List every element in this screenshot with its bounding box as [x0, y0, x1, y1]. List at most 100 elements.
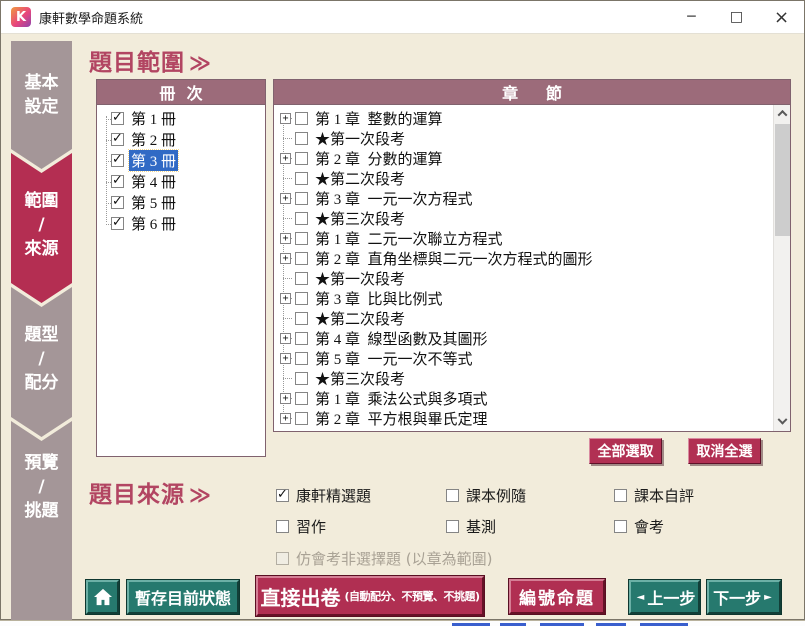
checkbox[interactable]	[111, 175, 124, 188]
checkbox[interactable]	[276, 520, 289, 533]
chapter-row[interactable]: +第 3 章 比與比例式	[274, 288, 772, 308]
expand-icon[interactable]: +	[280, 113, 291, 124]
checkbox[interactable]	[446, 520, 459, 533]
checkbox[interactable]	[446, 489, 459, 502]
minimize-button[interactable]: ─	[669, 1, 714, 33]
close-button[interactable]: ×	[759, 1, 804, 33]
volume-row[interactable]: 第 2 冊	[97, 129, 265, 150]
chapter-label: ★第一次段考	[313, 268, 407, 289]
chapter-row[interactable]: +第 2 章 分數的運算	[274, 148, 772, 168]
chapter-row[interactable]: +第 1 章 整數的運算	[274, 108, 772, 128]
scrollbar-thumb[interactable]	[775, 124, 790, 236]
expand-icon[interactable]: +	[280, 413, 291, 424]
chapter-row[interactable]: ★第三次段考	[274, 368, 772, 388]
home-icon	[93, 588, 113, 606]
chapter-row[interactable]: +第 1 章 二元一次聯立方程式	[274, 228, 772, 248]
expand-icon[interactable]: +	[280, 193, 291, 204]
direct-export-button[interactable]: 直接出卷(自動配分、不預覽、不挑題)	[256, 576, 484, 616]
checkbox[interactable]	[111, 154, 124, 167]
source-option-workbook[interactable]: 習作	[276, 517, 326, 535]
source-option-comprehensive-exam[interactable]: 會考	[614, 517, 664, 535]
checkbox[interactable]	[276, 489, 289, 502]
checkbox[interactable]	[295, 412, 308, 425]
chapter-row[interactable]: +第 2 章 平方根與畢氏定理	[274, 408, 772, 428]
chapter-row[interactable]: ★第一次段考	[274, 268, 772, 288]
expand-icon[interactable]: +	[280, 393, 291, 404]
checkbox[interactable]	[295, 112, 308, 125]
volume-label: 第 4 冊	[129, 171, 178, 192]
volume-row[interactable]: 第 5 冊	[97, 192, 265, 213]
range-section-heading: 題目範圍≫	[89, 43, 212, 77]
source-option-kanghsuan[interactable]: 康軒精選題	[276, 486, 371, 504]
volume-label: 第 6 冊	[129, 213, 178, 234]
source-option-label: 仿會考非選擇題 (以章為範圍)	[296, 548, 492, 569]
chapter-row[interactable]: +第 4 章 線型函數及其圖形	[274, 328, 772, 348]
checkbox[interactable]	[295, 212, 308, 225]
checkbox[interactable]	[295, 392, 308, 405]
sidebar-item-range-source[interactable]: 範圍 / 來源	[11, 153, 72, 303]
checkbox[interactable]	[295, 312, 308, 325]
home-button[interactable]	[86, 580, 119, 614]
expand-icon[interactable]: +	[280, 233, 291, 244]
chapter-row[interactable]: ★第二次段考	[274, 308, 772, 328]
select-all-button[interactable]: 全部選取	[589, 438, 662, 464]
source-option-textbook-examples[interactable]: 課本例隨	[446, 486, 526, 504]
checkbox[interactable]	[295, 232, 308, 245]
sidebar-item-type-score[interactable]: 題型 / 配分	[11, 287, 72, 437]
source-option-basic-test[interactable]: 基測	[446, 517, 496, 535]
checkbox[interactable]	[111, 196, 124, 209]
volume-label: 第 5 冊	[129, 192, 178, 213]
checkbox[interactable]	[295, 132, 308, 145]
direct-export-label: 直接出卷	[260, 582, 340, 611]
volume-row[interactable]: 第 4 冊	[97, 171, 265, 192]
chapter-row[interactable]: + 第 5 章 一元一次不等式	[274, 348, 772, 368]
checkbox[interactable]	[295, 152, 308, 165]
sidebar-item-basic-settings[interactable]: 基本 設定	[11, 41, 72, 169]
checkbox[interactable]	[295, 332, 308, 345]
chapter-row[interactable]: +第 1 章 乘法公式與多項式	[274, 388, 772, 408]
deselect-all-button[interactable]: 取消全選	[688, 438, 761, 464]
chapter-row[interactable]: ★第三次段考	[274, 208, 772, 228]
chapter-row[interactable]: +第 3 章 一元一次方程式	[274, 188, 772, 208]
checkbox[interactable]	[111, 217, 124, 230]
source-option-textbook-selfcheck[interactable]: 課本自評	[614, 486, 694, 504]
save-current-state-button[interactable]: 暫存目前狀態	[127, 580, 239, 614]
checkbox[interactable]	[614, 520, 627, 533]
checkbox[interactable]	[295, 192, 308, 205]
chapter-label: ★第一次段考	[313, 128, 407, 149]
source-option-label: 基測	[466, 516, 496, 537]
sidebar-item-preview-pick[interactable]: 預覽 / 挑題	[11, 421, 72, 621]
scroll-up-icon[interactable]	[774, 105, 790, 122]
volume-row[interactable]: 第 6 冊	[97, 213, 265, 234]
checkbox[interactable]	[111, 133, 124, 146]
checkbox[interactable]	[295, 252, 308, 265]
expand-icon[interactable]: +	[280, 333, 291, 344]
previous-step-button[interactable]: ◄上一步	[629, 580, 700, 614]
checkbox[interactable]	[614, 489, 627, 502]
expand-icon[interactable]: +	[280, 253, 291, 264]
chapter-row[interactable]: ★第一次段考	[274, 128, 772, 148]
checkbox[interactable]	[295, 292, 308, 305]
source-option-label: 課本例隨	[466, 485, 526, 506]
expand-icon[interactable]: +	[280, 293, 291, 304]
expand-icon[interactable]: +	[280, 353, 291, 364]
checkbox[interactable]	[295, 172, 308, 185]
double-chevron-icon: ≫	[189, 51, 212, 75]
volume-row[interactable]: 第 1 冊	[97, 108, 265, 129]
source-option-label: 習作	[296, 516, 326, 537]
numbered-export-button[interactable]: 編號命題	[509, 579, 605, 614]
scrollbar[interactable]	[773, 105, 790, 431]
volume-label: 第 2 冊	[129, 129, 178, 150]
maximize-button[interactable]: □	[714, 1, 759, 33]
chapter-row[interactable]: ★第二次段考	[274, 168, 772, 188]
next-step-button[interactable]: 下一步►	[707, 580, 781, 614]
expand-icon[interactable]: +	[280, 153, 291, 164]
checkbox[interactable]	[111, 112, 124, 125]
chapter-row[interactable]: +第 2 章 直角坐標與二元一次方程式的圖形	[274, 248, 772, 268]
checkbox[interactable]	[295, 372, 308, 385]
chapter-label: 第 5 章 一元一次不等式	[313, 348, 475, 369]
checkbox[interactable]	[295, 272, 308, 285]
scroll-down-icon[interactable]	[774, 414, 790, 431]
checkbox[interactable]	[295, 352, 308, 365]
volume-row[interactable]: 第 3 冊	[97, 150, 265, 171]
